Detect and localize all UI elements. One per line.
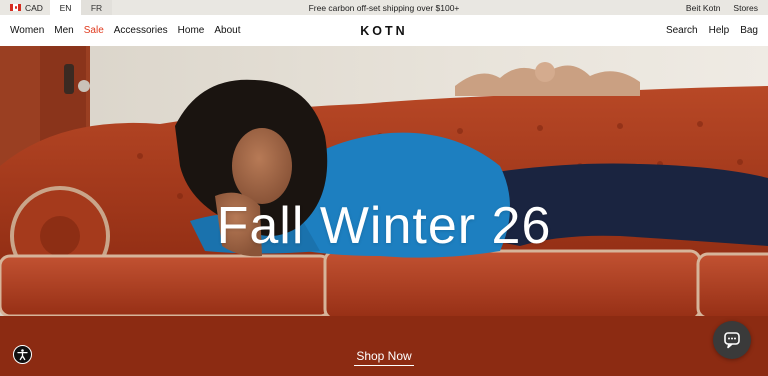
currency-label: CAD — [25, 2, 43, 13]
brand-logo[interactable]: KOTN — [340, 15, 428, 46]
nav-help[interactable]: Help — [709, 25, 730, 36]
accessibility-button[interactable] — [13, 345, 32, 364]
chat-icon — [724, 332, 740, 349]
promo-message: Free carbon off-set shipping over $100+ — [0, 0, 768, 15]
nav-bag[interactable]: Bag — [740, 25, 758, 36]
currency-selector[interactable]: CAD — [10, 0, 43, 15]
main-nav: Women Men Sale Accessories Home About KO… — [0, 15, 768, 46]
secondary-nav-links: Search Help Bag — [666, 15, 758, 46]
language-en-button[interactable]: EN — [50, 0, 81, 15]
hero-banner[interactable]: Fall Winter 26 Shop Now — [0, 46, 768, 376]
language-fr-button[interactable]: FR — [81, 0, 112, 15]
nav-about[interactable]: About — [214, 25, 240, 36]
nav-men[interactable]: Men — [54, 25, 73, 36]
nav-women[interactable]: Women — [10, 25, 44, 36]
chat-button[interactable] — [713, 321, 751, 359]
accessibility-icon — [17, 349, 28, 361]
hero-title: Fall Winter 26 — [216, 197, 552, 255]
beit-kotn-link[interactable]: Beit Kotn — [686, 3, 721, 13]
canada-flag-icon — [10, 4, 21, 11]
utility-links: Beit Kotn Stores — [686, 0, 758, 15]
stores-link[interactable]: Stores — [733, 3, 758, 13]
announcement-bar: CAD EN FR Free carbon off-set shipping o… — [0, 0, 768, 15]
primary-nav-links: Women Men Sale Accessories Home About — [10, 15, 240, 46]
nav-accessories[interactable]: Accessories — [114, 25, 168, 36]
nav-search[interactable]: Search — [666, 25, 698, 36]
nav-sale[interactable]: Sale — [84, 25, 104, 36]
shop-now-link[interactable]: Shop Now — [354, 348, 414, 366]
nav-home[interactable]: Home — [178, 25, 205, 36]
promo-text[interactable]: Free carbon off-set shipping over $100+ — [309, 3, 460, 13]
